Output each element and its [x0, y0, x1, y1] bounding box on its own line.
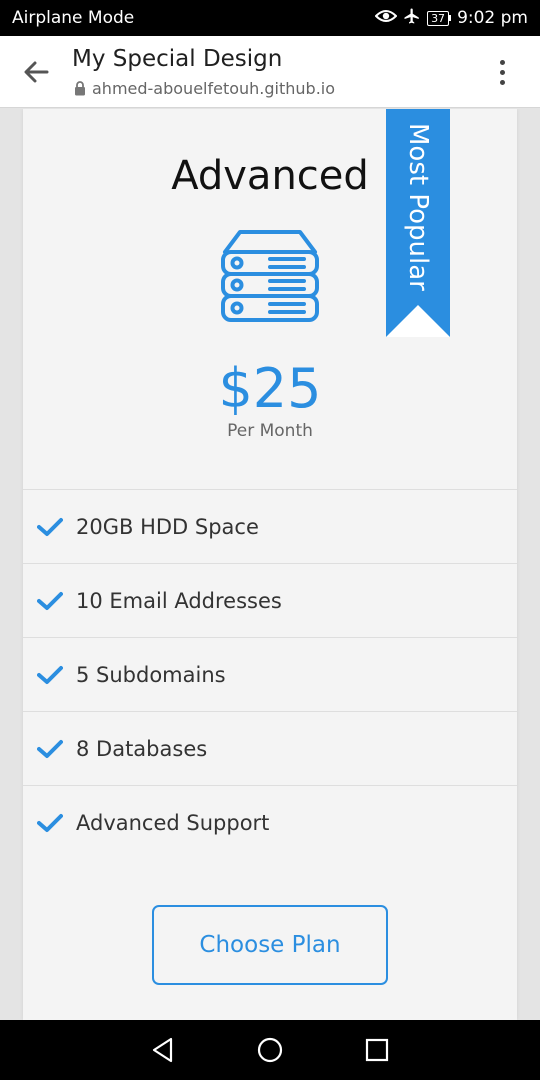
more-options-button[interactable] [490, 54, 514, 90]
feature-item: 10 Email Addresses [23, 564, 517, 638]
back-arrow-icon [24, 61, 49, 83]
nav-recents-button[interactable] [357, 1030, 397, 1070]
lock-icon [75, 81, 85, 96]
url-display[interactable]: ahmed-abouelfetouh.github.io [74, 79, 335, 98]
nav-home-button[interactable] [250, 1030, 290, 1070]
choose-plan-button[interactable]: Choose Plan [152, 905, 388, 985]
feature-item: 20GB HDD Space [23, 490, 517, 564]
check-icon [37, 739, 63, 758]
recents-square-icon [365, 1038, 388, 1062]
feature-item: 8 Databases [23, 712, 517, 786]
browser-toolbar: My Special Design ahmed-abouelfetouh.git… [0, 36, 540, 108]
check-icon [37, 814, 63, 832]
check-icon [37, 591, 63, 610]
feature-text: 8 Databases [76, 736, 208, 761]
nav-back-button[interactable] [143, 1030, 183, 1070]
clock: 9:02 pm [457, 8, 528, 28]
pricing-card: Advanced $25 Per Month Most Popular 20GB [23, 109, 517, 1020]
feature-text: Advanced Support [76, 811, 270, 835]
airplane-mode-label: Airplane Mode [12, 8, 135, 28]
feature-list: 20GB HDD Space 10 Email Addresses 5 Subd… [23, 489, 517, 860]
price-period: Per Month [227, 421, 313, 441]
feature-text: 5 Subdomains [76, 662, 226, 687]
more-vert-icon [499, 59, 505, 65]
status-bar: Airplane Mode 37 9:02 pm [0, 0, 540, 36]
check-icon [37, 517, 63, 536]
feature-text: 10 Email Addresses [76, 588, 282, 613]
eye-icon [374, 8, 398, 29]
server-icon [221, 230, 319, 322]
most-popular-ribbon: Most Popular [386, 109, 450, 337]
back-triangle-icon [153, 1037, 173, 1063]
ribbon-label: Most Popular [403, 123, 433, 291]
check-icon [37, 665, 63, 684]
home-circle-icon [257, 1037, 283, 1063]
status-icons: 37 9:02 pm [374, 7, 528, 30]
url-text: ahmed-abouelfetouh.github.io [92, 79, 336, 98]
plan-price: $25 [218, 357, 322, 420]
feature-text: 20GB HDD Space [76, 514, 259, 539]
feature-item: 5 Subdomains [23, 638, 517, 712]
back-button[interactable] [14, 56, 58, 88]
battery-level: 37 [427, 10, 450, 26]
page-title: My Special Design [72, 46, 283, 72]
battery-icon: 37 [427, 10, 452, 26]
page-content[interactable]: Advanced $25 Per Month Most Popular 20GB [0, 109, 540, 1020]
feature-item: Advanced Support [23, 786, 517, 860]
airplane-icon [403, 7, 421, 30]
system-nav-bar [0, 1020, 540, 1080]
